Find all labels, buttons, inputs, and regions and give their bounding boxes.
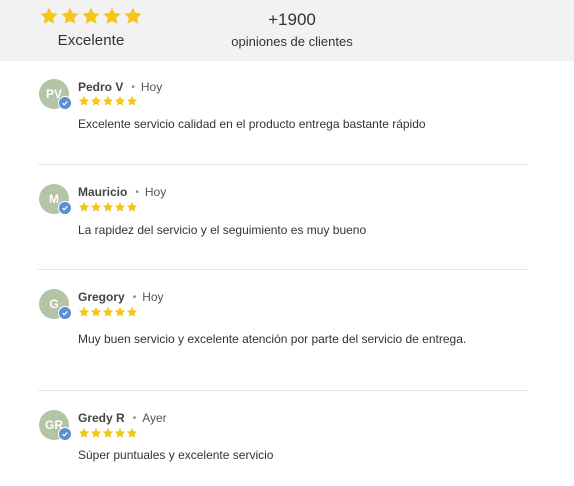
- star-icon: [102, 306, 114, 318]
- avatar: G: [39, 289, 72, 320]
- overall-stars: [40, 6, 142, 26]
- avatar-initials: M: [49, 192, 59, 206]
- star-icon: [126, 306, 138, 318]
- star-icon: [78, 201, 90, 213]
- star-icon: [90, 95, 102, 107]
- review-item: G Gregory • Hoy Muy buen servicio y exce…: [38, 270, 528, 391]
- review-date: Ayer: [142, 411, 167, 425]
- verified-check-icon: [58, 306, 72, 320]
- overall-rating: Excelente: [40, 6, 142, 49]
- star-icon: [90, 427, 102, 439]
- star-icon: [39, 6, 59, 26]
- star-icon: [90, 306, 102, 318]
- review-item: PV Pedro V • Hoy Excelente servicio cali…: [38, 62, 528, 165]
- review-count: +1900 opiniones de clientes: [200, 10, 384, 49]
- review-date: Hoy: [140, 80, 163, 94]
- star-icon: [78, 427, 90, 439]
- review-text: Muy buen servicio y excelente atención p…: [78, 332, 467, 346]
- star-icon: [123, 6, 143, 26]
- star-icon: [114, 306, 126, 318]
- review-stars: [78, 306, 138, 318]
- review-list: PV Pedro V • Hoy Excelente servicio cali…: [38, 62, 528, 486]
- review-author: Pedro V: [78, 80, 124, 94]
- review-date: Hoy: [142, 290, 164, 304]
- verified-check-icon: [58, 201, 72, 215]
- star-icon: [114, 95, 126, 107]
- review-meta: Pedro V • Hoy: [78, 80, 162, 94]
- star-icon: [114, 427, 126, 439]
- rating-label: Excelente: [57, 32, 125, 49]
- star-icon: [90, 201, 102, 213]
- review-meta: Gregory • Hoy: [78, 290, 164, 304]
- review-stars: [78, 95, 138, 107]
- star-icon: [60, 6, 80, 26]
- star-icon: [78, 306, 90, 318]
- review-text: Excelente servicio calidad en el product…: [78, 117, 426, 131]
- star-icon: [102, 427, 114, 439]
- review-item: M Mauricio • Hoy La rapidez del servicio…: [38, 165, 528, 270]
- separator-dot: •: [131, 81, 135, 93]
- star-icon: [126, 201, 138, 213]
- star-icon: [102, 6, 122, 26]
- review-meta: Gredy R • Ayer: [78, 411, 167, 425]
- review-stars: [78, 201, 138, 213]
- review-date: Hoy: [144, 185, 167, 199]
- avatar: M: [39, 184, 72, 215]
- verified-check-icon: [58, 427, 72, 441]
- star-icon: [81, 6, 101, 26]
- star-icon: [126, 427, 138, 439]
- star-icon: [114, 201, 126, 213]
- star-icon: [78, 95, 90, 107]
- separator-dot: •: [132, 412, 137, 424]
- review-author: Gregory: [78, 290, 125, 304]
- avatar: GR: [39, 410, 72, 441]
- review-stars: [78, 427, 138, 439]
- star-icon: [102, 95, 114, 107]
- verified-check-icon: [58, 96, 72, 110]
- star-icon: [126, 95, 138, 107]
- review-count-number: +1900: [268, 10, 316, 29]
- review-text: Súper puntuales y excelente servicio: [78, 448, 274, 462]
- review-item: GR Gredy R • Ayer Súper puntuales y exce…: [38, 391, 528, 486]
- star-icon: [102, 201, 114, 213]
- review-count-label: opiniones de clientes: [231, 34, 353, 49]
- avatar-initials: G: [49, 297, 59, 311]
- review-author: Mauricio: [78, 185, 128, 199]
- review-author: Gredy R: [78, 411, 125, 425]
- review-text: La rapidez del servicio y el seguimiento…: [78, 223, 367, 237]
- separator-dot: •: [135, 186, 139, 198]
- rating-summary-header: Excelente +1900 opiniones de clientes: [0, 0, 574, 61]
- avatar: PV: [39, 79, 72, 110]
- separator-dot: •: [132, 291, 137, 303]
- review-meta: Mauricio • Hoy: [78, 185, 166, 199]
